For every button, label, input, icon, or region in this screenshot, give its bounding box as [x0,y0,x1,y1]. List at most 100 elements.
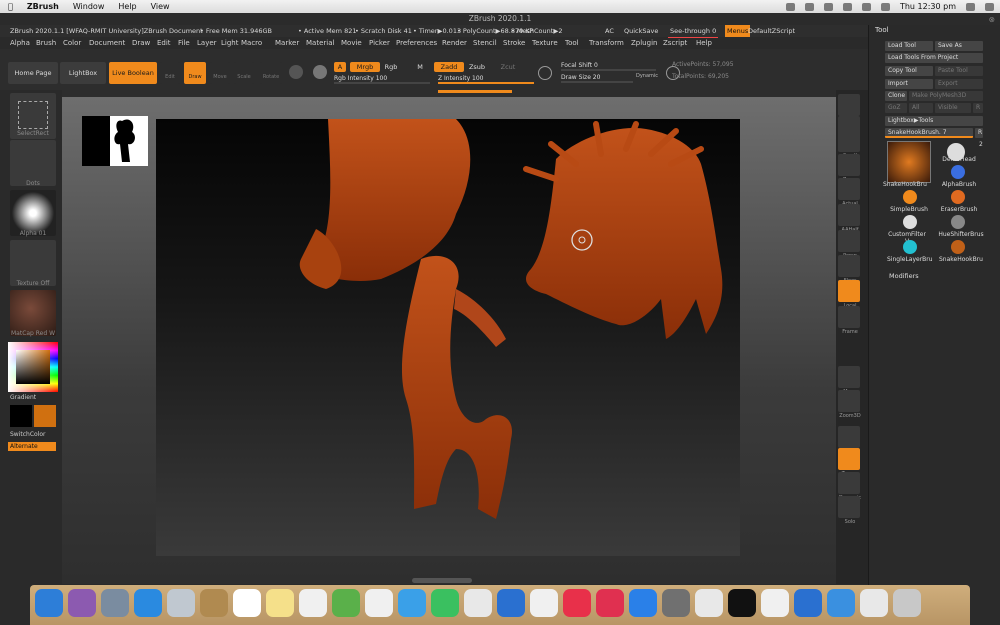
apple-icon[interactable]:  [8,0,13,13]
dock-app-icon[interactable] [200,589,228,617]
hueshifter-thumb[interactable] [951,215,965,229]
menu-view[interactable]: View [151,0,170,13]
focal-shift-slider[interactable]: Focal Shift 0 [561,61,656,71]
menu-light[interactable]: Light [221,37,238,49]
battery-icon[interactable] [861,2,871,11]
dock-app-icon[interactable] [728,589,756,617]
secondary-color-swatch[interactable] [34,405,56,427]
menu-transform[interactable]: Transform [589,37,624,49]
menubar-clock[interactable]: Thu 12:30 pm [900,0,956,13]
r-button[interactable]: R [973,103,983,113]
all-button[interactable]: All [909,103,933,113]
menu-layer[interactable]: Layer [197,37,217,49]
volume-icon[interactable] [842,2,852,11]
visible-button[interactable]: Visible [935,103,971,113]
customfilter-thumb[interactable] [903,215,917,229]
shelf-solo-button[interactable] [838,496,860,518]
brush-singlelayer-label[interactable]: SingleLayerBru [887,256,933,263]
lightbox-tools-button[interactable]: Lightbox▶Tools [885,116,983,126]
shelf-move-button[interactable] [838,366,860,388]
dock-app-icon[interactable] [794,589,822,617]
dock-app-icon[interactable] [398,589,426,617]
make-polymesh-button[interactable]: Make PolyMesh3D [909,91,983,101]
draw-size-slider[interactable]: Draw Size 20 [561,73,633,83]
brush-simple-label[interactable]: SimpleBrush [889,206,929,213]
brush-hueshifter-label[interactable]: HueShifterBrus [937,231,985,238]
switch-color-button[interactable]: SwitchColor [10,431,46,438]
shelf-dynamic-button[interactable] [838,472,860,494]
save-as-button[interactable]: Save As [935,41,983,51]
menu-file[interactable]: File [178,37,190,49]
dock-app-icon[interactable] [35,589,63,617]
status-icon[interactable] [804,2,814,11]
brush-alphabrush-label[interactable]: AlphaBrush [939,181,979,188]
dock-app-icon[interactable] [68,589,96,617]
dock-app-icon[interactable] [629,589,657,617]
brush-demohead-label[interactable]: DemoHead [939,156,979,163]
menu-help[interactable]: Help [696,37,712,49]
flag-icon[interactable] [880,2,890,11]
dock-app-icon[interactable] [266,589,294,617]
menu-window[interactable]: Window [73,0,105,13]
clone-button[interactable]: Clone [885,91,907,101]
menu-zplugin[interactable]: Zplugin [631,37,657,49]
canvas-scrollbar[interactable] [412,578,472,583]
shelf-frame-button[interactable] [838,306,860,328]
brush-snakehook-label[interactable]: SnakeHookBru [883,181,927,188]
zadd-button[interactable]: Zadd [434,62,464,72]
load-tools-from-project-button[interactable]: Load Tools From Project [885,53,983,63]
menu-tool[interactable]: Tool [565,37,579,49]
zsub-button[interactable]: Zsub [468,62,486,72]
shelf-persp-button[interactable] [838,230,860,252]
canvas[interactable] [156,119,740,556]
edit-button[interactable]: Edit [160,62,180,84]
menu-brush[interactable]: Brush [36,37,56,49]
zcut-button[interactable]: Zcut [500,62,516,72]
dock-app-icon[interactable] [530,589,558,617]
menus-button[interactable]: Menus [725,25,751,37]
ac-label[interactable]: AC [605,25,614,37]
live-boolean-button[interactable]: Live Boolean [109,62,157,84]
menu-preferences[interactable]: Preferences [396,37,437,49]
main-color-swatch[interactable] [10,405,32,427]
rgb-intensity-slider[interactable]: Rgb Intensity 100 [334,74,430,84]
menu-zscript[interactable]: Zscript [663,37,687,49]
dock-app-icon[interactable] [827,589,855,617]
navigator-thumbnail[interactable] [82,116,148,166]
shelf-floor-button[interactable] [838,255,860,277]
shelf-zoom-button[interactable] [838,154,860,176]
menu-edit[interactable]: Edit [157,37,171,49]
dock-app-icon[interactable] [662,589,690,617]
move-button[interactable]: Move [210,62,230,84]
menu-render[interactable]: Render [442,37,467,49]
menu-alpha[interactable]: Alpha [10,37,30,49]
shelf-aahalf-button[interactable] [838,204,860,226]
current-tool-slider[interactable]: SnakeHookBrush. 7 [885,128,973,138]
load-tool-button[interactable]: Load Tool [885,41,933,51]
shelf-rotate-button[interactable] [838,426,860,448]
shelf-actual-button[interactable] [838,178,860,200]
menu-stroke[interactable]: Stroke [503,37,525,49]
stroke-icon[interactable] [538,66,552,80]
default-zscript[interactable]: DefaultZScript [748,25,795,37]
dock-app-icon[interactable] [497,589,525,617]
shelf-local-button[interactable] [838,280,860,302]
menu-document[interactable]: Document [89,37,125,49]
scale-button[interactable]: Scale [234,62,254,84]
import-button[interactable]: Import [885,79,933,89]
dock-app-icon[interactable] [299,589,327,617]
shelf-bpr-button[interactable] [838,94,860,116]
search-icon[interactable] [966,2,975,11]
menu-marker[interactable]: Marker [275,37,299,49]
status-icon[interactable] [785,2,795,11]
dock-app-icon[interactable] [167,589,195,617]
dock-app-icon[interactable] [761,589,789,617]
goz-button[interactable]: GoZ [885,103,907,113]
menu-macro[interactable]: Macro [241,37,262,49]
lightbox-button[interactable]: LightBox [60,62,106,84]
menu-material[interactable]: Material [306,37,334,49]
dock-app-icon[interactable] [860,589,888,617]
material-sphere-icon[interactable] [313,65,327,79]
menu-draw[interactable]: Draw [132,37,150,49]
draw-button[interactable]: Draw [184,62,206,84]
